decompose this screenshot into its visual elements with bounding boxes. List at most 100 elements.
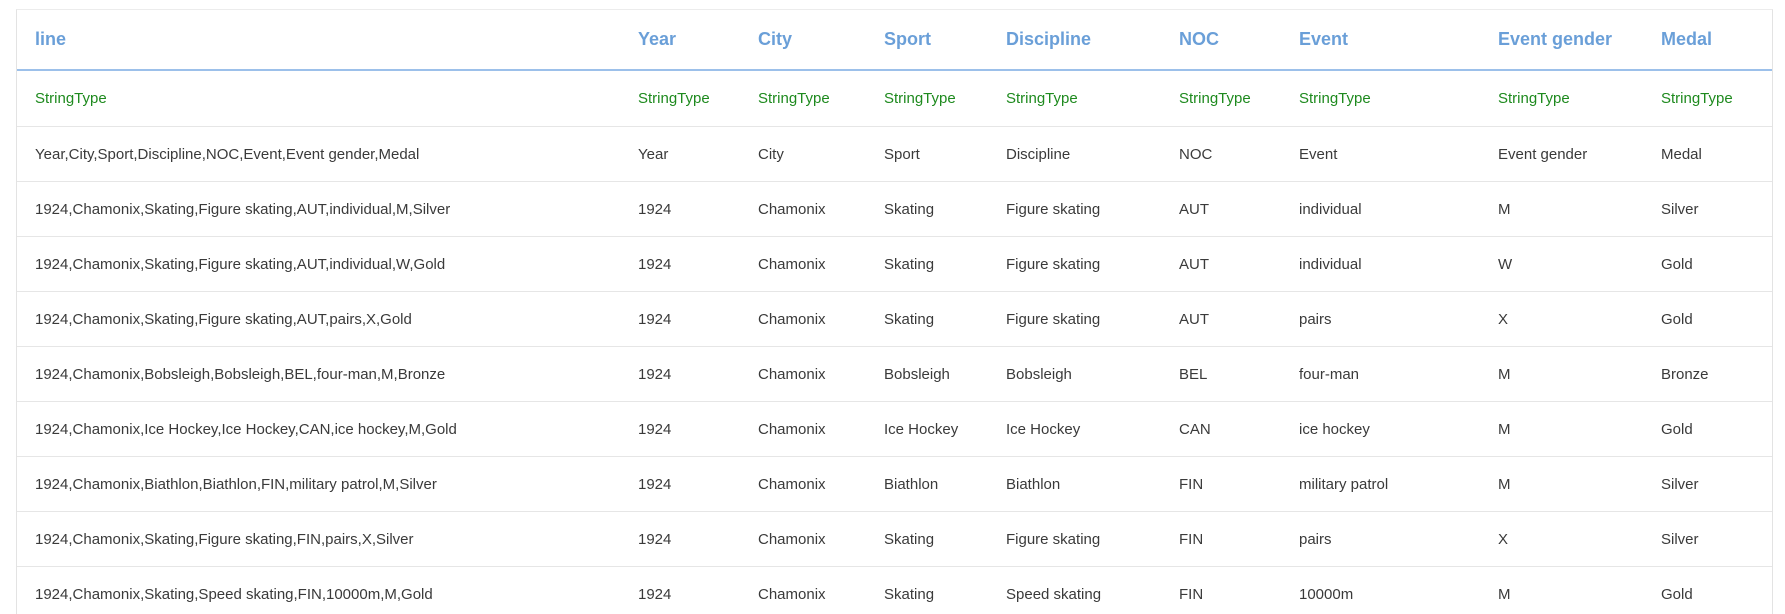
column-header-event[interactable]: Event xyxy=(1281,10,1480,71)
type-cell: StringType xyxy=(740,70,866,127)
cell-line: 1924,Chamonix,Skating,Figure skating,FIN… xyxy=(17,511,620,567)
cell-noc: AUT xyxy=(1161,236,1281,292)
cell-event-gender: W xyxy=(1480,236,1643,292)
cell-event: individual xyxy=(1281,181,1480,237)
data-table-container: line Year City Sport Discipline NOC Even… xyxy=(16,9,1773,614)
cell-discipline: Figure skating xyxy=(988,511,1161,567)
cell-discipline: Figure skating xyxy=(988,236,1161,292)
cell-medal: Silver xyxy=(1643,181,1772,237)
cell-event-gender: X xyxy=(1480,291,1643,347)
cell-medal: Gold xyxy=(1643,401,1772,457)
cell-year: 1924 xyxy=(620,456,740,512)
cell-medal: Gold xyxy=(1643,291,1772,347)
cell-year: 1924 xyxy=(620,236,740,292)
cell-discipline: Figure skating xyxy=(988,291,1161,347)
type-cell: StringType xyxy=(620,70,740,127)
column-header-event-gender[interactable]: Event gender xyxy=(1480,10,1643,71)
cell-line: 1924,Chamonix,Bobsleigh,Bobsleigh,BEL,fo… xyxy=(17,346,620,402)
column-header-medal[interactable]: Medal xyxy=(1643,10,1772,71)
cell-city: Chamonix xyxy=(740,456,866,512)
type-cell: StringType xyxy=(1161,70,1281,127)
cell-medal: Medal xyxy=(1643,126,1772,182)
table-row[interactable]: Year,City,Sport,Discipline,NOC,Event,Eve… xyxy=(17,126,1772,182)
cell-city: Chamonix xyxy=(740,566,866,614)
cell-noc: CAN xyxy=(1161,401,1281,457)
header-row: line Year City Sport Discipline NOC Even… xyxy=(17,10,1772,71)
cell-year: 1924 xyxy=(620,346,740,402)
cell-year: 1924 xyxy=(620,291,740,347)
cell-medal: Gold xyxy=(1643,566,1772,614)
cell-event: 10000m xyxy=(1281,566,1480,614)
cell-line: 1924,Chamonix,Skating,Speed skating,FIN,… xyxy=(17,566,620,614)
type-cell: StringType xyxy=(866,70,988,127)
cell-medal: Silver xyxy=(1643,511,1772,567)
cell-year: 1924 xyxy=(620,511,740,567)
cell-discipline: Biathlon xyxy=(988,456,1161,512)
table-row[interactable]: 1924,Chamonix,Skating,Speed skating,FIN,… xyxy=(17,566,1772,614)
cell-noc: FIN xyxy=(1161,566,1281,614)
cell-noc: FIN xyxy=(1161,511,1281,567)
cell-event: four-man xyxy=(1281,346,1480,402)
column-header-discipline[interactable]: Discipline xyxy=(988,10,1161,71)
column-header-city[interactable]: City xyxy=(740,10,866,71)
type-row: StringType StringType StringType StringT… xyxy=(17,70,1772,127)
column-header-line[interactable]: line xyxy=(17,10,620,71)
type-cell: StringType xyxy=(988,70,1161,127)
cell-city: Chamonix xyxy=(740,346,866,402)
cell-city: City xyxy=(740,126,866,182)
table-row[interactable]: 1924,Chamonix,Skating,Figure skating,AUT… xyxy=(17,236,1772,292)
cell-event: pairs xyxy=(1281,291,1480,347)
cell-event-gender: M xyxy=(1480,456,1643,512)
table-row[interactable]: 1924,Chamonix,Bobsleigh,Bobsleigh,BEL,fo… xyxy=(17,346,1772,402)
cell-discipline: Ice Hockey xyxy=(988,401,1161,457)
cell-line: 1924,Chamonix,Skating,Figure skating,AUT… xyxy=(17,236,620,292)
cell-event-gender: M xyxy=(1480,566,1643,614)
cell-event: ice hockey xyxy=(1281,401,1480,457)
cell-year: 1924 xyxy=(620,401,740,457)
data-table: line Year City Sport Discipline NOC Even… xyxy=(17,10,1772,614)
column-header-year[interactable]: Year xyxy=(620,10,740,71)
cell-event-gender: M xyxy=(1480,401,1643,457)
cell-city: Chamonix xyxy=(740,236,866,292)
type-cell: StringType xyxy=(1281,70,1480,127)
cell-sport: Skating xyxy=(866,181,988,237)
cell-sport: Sport xyxy=(866,126,988,182)
cell-event-gender: M xyxy=(1480,181,1643,237)
column-header-sport[interactable]: Sport xyxy=(866,10,988,71)
cell-year: 1924 xyxy=(620,181,740,237)
cell-city: Chamonix xyxy=(740,511,866,567)
table-row[interactable]: 1924,Chamonix,Ice Hockey,Ice Hockey,CAN,… xyxy=(17,401,1772,457)
type-cell: StringType xyxy=(17,70,620,127)
cell-sport: Ice Hockey xyxy=(866,401,988,457)
cell-noc: AUT xyxy=(1161,181,1281,237)
cell-sport: Skating xyxy=(866,511,988,567)
cell-event: pairs xyxy=(1281,511,1480,567)
cell-event: military patrol xyxy=(1281,456,1480,512)
cell-city: Chamonix xyxy=(740,291,866,347)
type-cell: StringType xyxy=(1643,70,1772,127)
cell-line: 1924,Chamonix,Ice Hockey,Ice Hockey,CAN,… xyxy=(17,401,620,457)
table-row[interactable]: 1924,Chamonix,Skating,Figure skating,FIN… xyxy=(17,511,1772,567)
table-row[interactable]: 1924,Chamonix,Skating,Figure skating,AUT… xyxy=(17,181,1772,237)
cell-noc: AUT xyxy=(1161,291,1281,347)
cell-sport: Skating xyxy=(866,236,988,292)
table-row[interactable]: 1924,Chamonix,Biathlon,Biathlon,FIN,mili… xyxy=(17,456,1772,512)
cell-discipline: Bobsleigh xyxy=(988,346,1161,402)
cell-event: Event xyxy=(1281,126,1480,182)
cell-line: Year,City,Sport,Discipline,NOC,Event,Eve… xyxy=(17,126,620,182)
cell-year: Year xyxy=(620,126,740,182)
cell-discipline: Figure skating xyxy=(988,181,1161,237)
table-row[interactable]: 1924,Chamonix,Skating,Figure skating,AUT… xyxy=(17,291,1772,347)
cell-sport: Skating xyxy=(866,566,988,614)
table-body: StringType StringType StringType StringT… xyxy=(17,70,1772,614)
cell-sport: Biathlon xyxy=(866,456,988,512)
cell-event-gender: Event gender xyxy=(1480,126,1643,182)
cell-medal: Bronze xyxy=(1643,346,1772,402)
cell-city: Chamonix xyxy=(740,181,866,237)
cell-city: Chamonix xyxy=(740,401,866,457)
cell-event: individual xyxy=(1281,236,1480,292)
cell-noc: BEL xyxy=(1161,346,1281,402)
column-header-noc[interactable]: NOC xyxy=(1161,10,1281,71)
cell-noc: NOC xyxy=(1161,126,1281,182)
cell-discipline: Discipline xyxy=(988,126,1161,182)
